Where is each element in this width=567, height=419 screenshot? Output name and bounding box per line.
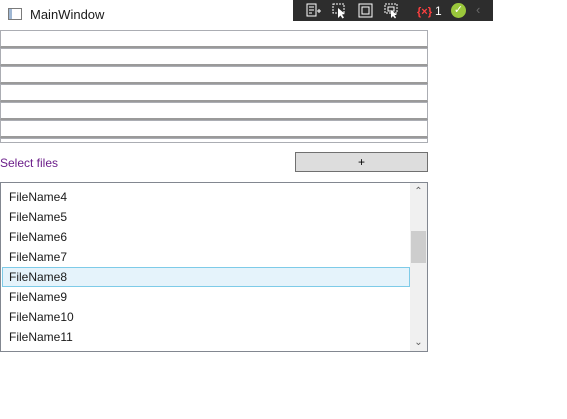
text-field-6[interactable]	[0, 120, 428, 138]
scroll-down-icon[interactable]: ⌄	[410, 334, 427, 351]
list-item[interactable]: FileName4	[2, 187, 410, 207]
window-icon	[8, 8, 22, 20]
list-item[interactable]: FileName12	[2, 347, 410, 351]
file-list-items: FileName4 FileName5 FileName6 FileName7 File…	[2, 187, 410, 351]
add-files-button[interactable]: +	[295, 152, 428, 172]
text-field-7[interactable]	[0, 138, 428, 143]
text-field-1[interactable]	[0, 30, 428, 48]
binding-failures-indicator[interactable]: {×} 1	[417, 3, 442, 19]
scroll-thumb[interactable]	[411, 231, 426, 263]
list-item[interactable]: FileName10	[2, 307, 410, 327]
window-title: MainWindow	[30, 7, 105, 22]
list-item[interactable]: FileName9	[2, 287, 410, 307]
hot-reload-ok-icon[interactable]: ✓	[451, 3, 466, 18]
display-layout-adorners-icon[interactable]	[357, 2, 374, 19]
select-files-label: Select files	[0, 156, 59, 170]
error-count: 1	[435, 4, 442, 18]
file-list-scrollbar[interactable]: ⌃ ⌄	[410, 183, 427, 351]
xaml-debug-toolbar: {×} 1 ✓ ‹	[293, 0, 493, 21]
select-element-icon[interactable]	[331, 2, 348, 19]
text-field-3[interactable]	[0, 66, 428, 84]
scroll-up-icon[interactable]: ⌃	[410, 183, 427, 200]
list-item[interactable]: FileName7	[2, 247, 410, 267]
main-window: MainWindow {×} 1 ✓ ‹ Select files + File…	[0, 0, 567, 419]
collapse-chevron-icon[interactable]: ‹	[476, 2, 480, 18]
list-item[interactable]: FileName6	[2, 227, 410, 247]
text-field-2[interactable]	[0, 48, 428, 66]
list-item[interactable]: FileName5	[2, 207, 410, 227]
title-bar: MainWindow {×} 1 ✓ ‹	[0, 0, 567, 30]
textbox-stack	[0, 30, 428, 143]
live-visual-tree-icon[interactable]	[305, 2, 322, 19]
list-item[interactable]: FileName8	[2, 267, 410, 287]
list-item[interactable]: FileName11	[2, 327, 410, 347]
binding-failures-icon: {×}	[417, 6, 432, 18]
track-focus-icon[interactable]	[383, 2, 400, 19]
text-field-4[interactable]	[0, 84, 428, 102]
text-field-5[interactable]	[0, 102, 428, 120]
file-list[interactable]: FileName4 FileName5 FileName6 FileName7 File…	[0, 182, 428, 352]
